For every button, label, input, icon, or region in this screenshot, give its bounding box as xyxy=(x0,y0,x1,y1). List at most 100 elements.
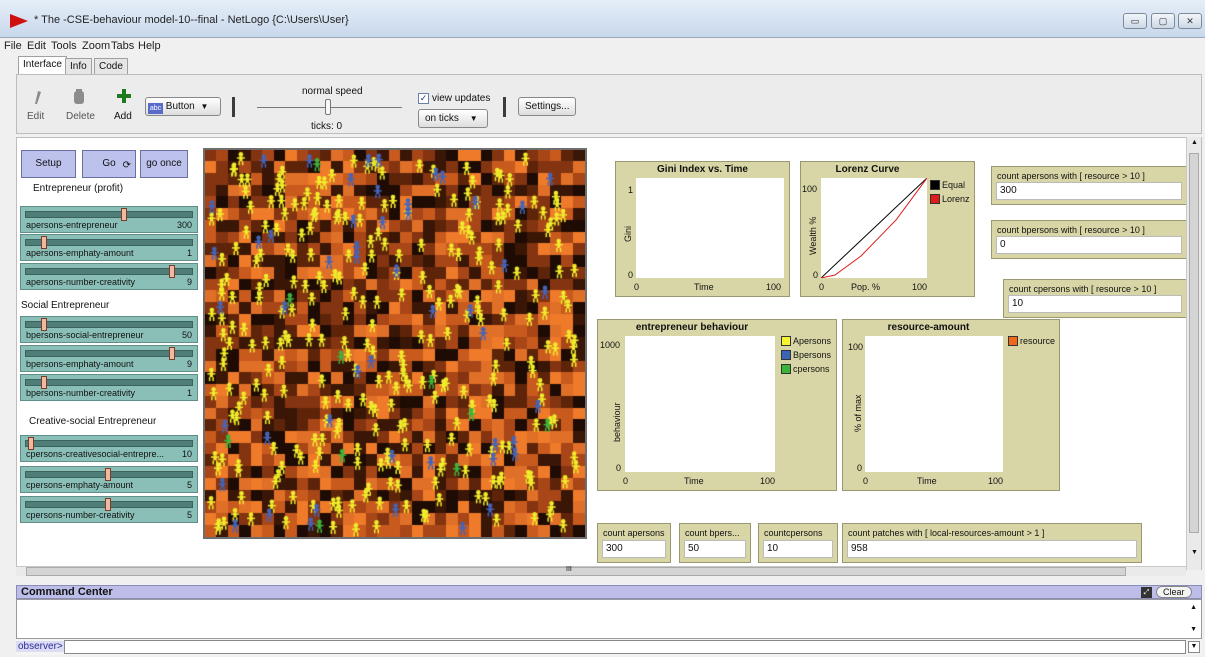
menu-tools[interactable]: Tools xyxy=(51,40,77,52)
tab-info[interactable]: Info xyxy=(65,58,92,74)
scroll-up-icon[interactable]: ▲ xyxy=(1191,139,1198,146)
command-input[interactable] xyxy=(64,640,1186,654)
scroll-down-icon[interactable]: ▼ xyxy=(1191,549,1198,556)
slider-apersons-entrepreneur[interactable]: apersons-entrepreneur 300 xyxy=(20,206,198,233)
tab-code[interactable]: Code xyxy=(94,58,128,74)
slider-knob[interactable] xyxy=(121,208,127,221)
slider-cpersons-number-creativity[interactable]: cpersons-number-creativity 5 xyxy=(20,496,198,523)
scroll-thumb[interactable] xyxy=(1189,153,1199,533)
view-updates-checkbox[interactable]: ✓ xyxy=(418,93,429,104)
tab-interface[interactable]: Interface xyxy=(18,56,67,74)
x-axis-label: Time xyxy=(917,476,937,486)
maximize-button[interactable]: ▢ xyxy=(1151,13,1175,29)
y-min-label: 0 xyxy=(616,463,622,473)
plot-entrepreneur-behaviour: entrepreneur behaviour 1000 0 0 100 Time… xyxy=(597,319,837,491)
slider-value: 5 xyxy=(186,510,192,520)
legend-label: cpersons xyxy=(793,364,830,374)
tab-bar: Interface Info Code xyxy=(0,56,1205,74)
monitor-label: count patches with [ local-resources-amo… xyxy=(848,528,1045,538)
go-once-button[interactable]: go once xyxy=(140,150,188,178)
speed-label: normal speed xyxy=(302,86,363,97)
expand-icon[interactable]: ⤢ xyxy=(1141,587,1152,598)
forever-loop-icon: ⟳ xyxy=(122,160,131,171)
slider-cpersons-creativesocial-entrepreneur[interactable]: cpersons-creativesocial-entrepre... 10 xyxy=(20,435,198,462)
add-plus-icon[interactable] xyxy=(117,89,131,103)
netlogo-window: * The -CSE-behaviour model-10--final - N… xyxy=(0,0,1205,657)
trash-icon[interactable] xyxy=(73,89,85,105)
delete-label[interactable]: Delete xyxy=(66,111,95,122)
slider-apersons-emphaty-amount[interactable]: apersons-emphaty-amount 1 xyxy=(20,234,198,261)
y-max-label: 1000 xyxy=(600,340,621,350)
slider-knob[interactable] xyxy=(169,265,175,278)
slider-name: apersons-entrepreneur xyxy=(26,220,118,230)
monitor-count-patches: count patches with [ local-resources-amo… xyxy=(842,523,1142,563)
monitor-cpersons-resource: count cpersons with [ resource > 10 ] 10 xyxy=(1003,279,1187,318)
scroll-up-icon[interactable]: ▲ xyxy=(1190,604,1197,611)
legend-lorenz: Lorenz xyxy=(930,194,970,204)
menu-file[interactable]: File xyxy=(4,40,22,52)
settings-button[interactable]: Settings... xyxy=(518,97,577,116)
update-mode-value: on ticks xyxy=(425,113,459,124)
interface-workspace: Setup Go ⟳ go once Entrepreneur (profit)… xyxy=(16,137,1202,570)
speed-slider-knob[interactable] xyxy=(325,99,331,115)
menu-zoom[interactable]: Zoom xyxy=(82,40,110,52)
minimize-button[interactable]: ▭ xyxy=(1123,13,1147,29)
slider-value: 9 xyxy=(186,277,192,287)
world-view[interactable] xyxy=(203,148,587,539)
monitor-apersons-resource: count apersons with [ resource > 10 ] 300 xyxy=(991,166,1187,205)
go-button[interactable]: Go ⟳ xyxy=(82,150,136,178)
command-center-output: ▲ ▼ xyxy=(16,599,1202,639)
menu-tabs[interactable]: Tabs xyxy=(111,40,134,52)
y-axis-label: % of max xyxy=(853,394,863,432)
setup-button[interactable]: Setup xyxy=(21,150,76,178)
view-updates-label: view updates xyxy=(432,93,491,104)
monitor-value: 300 xyxy=(602,540,666,558)
legend-label: Equal xyxy=(942,180,966,190)
slider-name: cpersons-emphaty-amount xyxy=(26,480,134,490)
monitor-value: 10 xyxy=(763,540,833,558)
clear-button[interactable]: Clear xyxy=(1156,586,1192,598)
scroll-down-icon[interactable]: ▼ xyxy=(1190,626,1197,633)
slider-value: 50 xyxy=(181,330,192,340)
slider-value: 1 xyxy=(186,388,192,398)
widget-type-dropdown[interactable]: abc Button ▼ xyxy=(145,97,221,116)
command-center-title: Command Center xyxy=(21,586,113,598)
edit-label[interactable]: Edit xyxy=(27,111,44,122)
slider-bpersons-social-entrepreneur[interactable]: bpersons-social-entrepreneur 50 xyxy=(20,316,198,343)
menu-help[interactable]: Help xyxy=(138,40,161,52)
x-max-label: 100 xyxy=(988,476,1004,486)
slider-bpersons-emphaty-amount[interactable]: bpersons-emphaty-amount 9 xyxy=(20,345,198,372)
slider-apersons-number-creativity[interactable]: apersons-number-creativity 9 xyxy=(20,263,198,290)
slider-value: 1 xyxy=(186,248,192,258)
x-min-label: 0 xyxy=(863,476,869,486)
vertical-scrollbar[interactable]: ▲ ▼ xyxy=(1186,137,1201,570)
agent-context-selector[interactable]: observer> xyxy=(16,641,65,652)
horizontal-scrollbar[interactable]: III xyxy=(16,566,1186,576)
slider-knob[interactable] xyxy=(169,347,175,360)
y-max-label: 100 xyxy=(802,184,818,194)
update-mode-dropdown[interactable]: on ticks ▼ xyxy=(418,109,488,128)
slider-bpersons-number-creativity[interactable]: bpersons-number-creativity 1 xyxy=(20,374,198,401)
close-button[interactable]: ✕ xyxy=(1178,13,1202,29)
y-min-label: 0 xyxy=(628,270,634,280)
history-dropdown-icon[interactable]: ▼ xyxy=(1188,641,1200,653)
menu-edit[interactable]: Edit xyxy=(27,40,46,52)
pencil-icon[interactable] xyxy=(33,89,43,105)
world-patches-canvas xyxy=(205,150,585,537)
legend-swatch xyxy=(930,194,940,204)
legend-swatch xyxy=(781,364,791,374)
chevron-down-icon: ▼ xyxy=(469,114,478,123)
x-max-label: 100 xyxy=(912,282,928,292)
monitor-count-cpersons: countcpersons 10 xyxy=(758,523,838,563)
y-axis-label: behaviour xyxy=(612,402,622,442)
add-label[interactable]: Add xyxy=(114,111,132,122)
toolbar-separator xyxy=(503,97,506,117)
note-entrepreneur-profit: Entrepreneur (profit) xyxy=(33,183,124,194)
slider-cpersons-emphaty-amount[interactable]: cpersons-emphaty-amount 5 xyxy=(20,466,198,493)
y-min-label: 0 xyxy=(857,463,863,473)
netlogo-logo-icon xyxy=(10,14,28,28)
monitor-label: count bpers... xyxy=(685,528,740,538)
slider-name: bpersons-emphaty-amount xyxy=(26,359,134,369)
command-center-header: Command Center ⤢ Clear xyxy=(16,585,1202,599)
scroll-thumb[interactable] xyxy=(26,567,1126,576)
